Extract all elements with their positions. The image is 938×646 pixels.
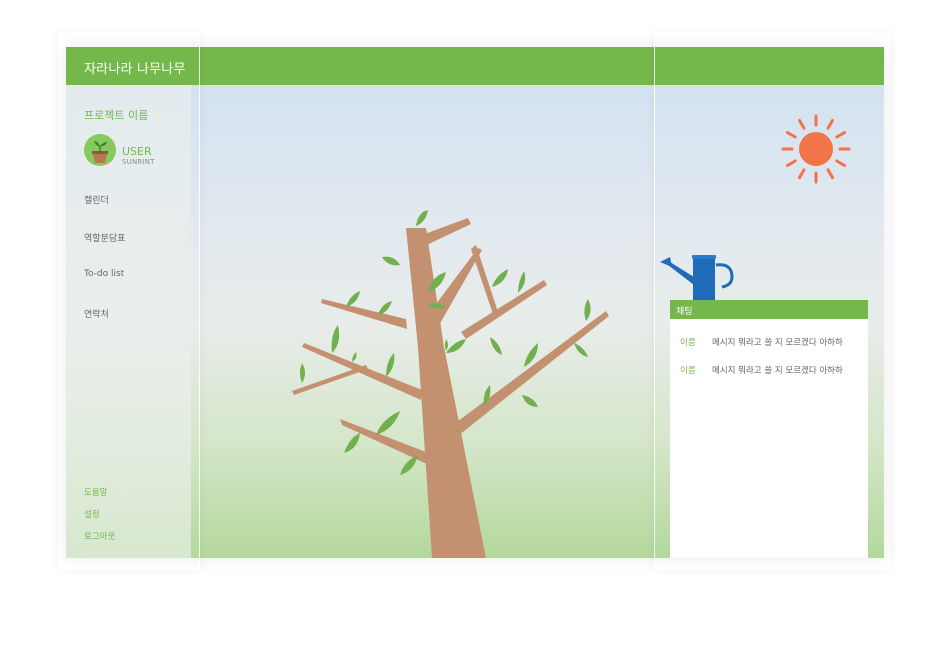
chat-messages: 이름 메시지 뭐라고 쓸 지 모르겠다 아하하 이름 메시지 뭐라고 쓸 지 모르겠…: [680, 336, 865, 392]
help-link[interactable]: 도움말: [84, 486, 115, 508]
canvas: 자라나라 나무나무 프로젝트 이름 USER SUNRINT 캘린더 역할분담표…: [0, 0, 938, 646]
chat-panel: 채팅 이름 메시지 뭐라고 쓸 지 모르겠다 아하하 이름 메시지 뭐라고 쓸 지 …: [670, 300, 868, 558]
chat-message: 이름 메시지 뭐라고 쓸 지 모르겠다 아하하: [680, 364, 865, 392]
sidebar-bottom-menu: 도움말 설정 로그아웃: [84, 486, 115, 552]
chat-text: 메시지 뭐라고 쓸 지 모르겠다 아하하: [712, 338, 843, 348]
settings-link[interactable]: 설정: [84, 508, 115, 530]
chat-sender: 이름: [680, 338, 696, 348]
sidebar-item-roles[interactable]: 역할분담표: [84, 231, 125, 269]
user-subtitle: SUNRINT: [122, 158, 155, 166]
sidebar-item-todo[interactable]: To-do list: [84, 269, 125, 307]
sidebar: 프로젝트 이름 USER SUNRINT 캘린더 역할분담표 To-do lis…: [66, 85, 191, 558]
app-window: 자라나라 나무나무 프로젝트 이름 USER SUNRINT 캘린더 역할분담표…: [66, 47, 884, 558]
avatar[interactable]: [84, 134, 116, 166]
chat-text: 메시지 뭐라고 쓸 지 모르겠다 아하하: [712, 366, 843, 376]
chat-message: 이름 메시지 뭐라고 쓸 지 모르겠다 아하하: [680, 336, 865, 364]
user-name: USER: [122, 145, 152, 158]
sidebar-item-contacts[interactable]: 연락처: [84, 307, 125, 345]
logout-link[interactable]: 로그아웃: [84, 530, 115, 552]
sidebar-menu: 캘린더 역할분담표 To-do list 연락처: [84, 193, 125, 345]
plant-pot-icon: [92, 141, 108, 163]
chat-title: 채팅: [670, 300, 868, 319]
sidebar-item-calendar[interactable]: 캘린더: [84, 193, 125, 231]
project-name[interactable]: 프로젝트 이름: [84, 107, 148, 123]
chat-sender: 이름: [680, 366, 696, 376]
watering-can-icon: [660, 255, 734, 301]
